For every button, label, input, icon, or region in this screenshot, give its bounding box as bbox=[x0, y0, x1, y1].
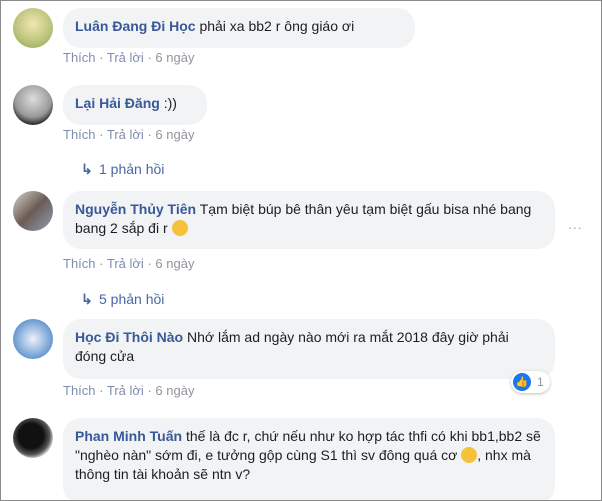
author-name[interactable]: Học Đi Thôi Nào bbox=[75, 329, 183, 345]
author-name[interactable]: Luân Đang Đi Học bbox=[75, 18, 196, 34]
separator: · bbox=[147, 50, 152, 65]
author-name[interactable]: Nguyễn Thủy Tiên bbox=[75, 201, 196, 217]
view-replies-link[interactable]: ↳ 1 phản hồi bbox=[81, 161, 164, 178]
separator: · bbox=[99, 383, 104, 398]
reply-link[interactable]: Trả lời bbox=[107, 50, 144, 65]
author-name[interactable]: Lại Hải Đăng bbox=[75, 95, 160, 111]
comment-bubble: Luân Đang Đi Học phải xa bb2 r ông giáo … bbox=[63, 8, 415, 48]
confused-face-icon bbox=[461, 447, 478, 463]
like-link[interactable]: Thích bbox=[63, 256, 96, 271]
reply-link[interactable]: Trả lời bbox=[107, 383, 144, 398]
comment-bubble: Học Đi Thôi Nào Nhớ lắm ad ngày nào mới … bbox=[63, 319, 555, 379]
like-count: 1 bbox=[537, 375, 544, 389]
disappointed-face-icon bbox=[171, 220, 188, 236]
separator: · bbox=[147, 256, 152, 271]
separator: · bbox=[147, 383, 152, 398]
separator: · bbox=[99, 50, 104, 65]
separator: · bbox=[99, 127, 104, 142]
like-link[interactable]: Thích bbox=[63, 127, 96, 142]
comment-actions: Thích · Trả lời · 6 ngày bbox=[63, 256, 194, 271]
timestamp[interactable]: 6 ngày bbox=[155, 256, 194, 271]
view-replies-link[interactable]: ↳ 5 phản hồi bbox=[81, 291, 164, 308]
comments-panel: Luân Đang Đi Học phải xa bb2 r ông giáo … bbox=[0, 0, 602, 501]
avatar[interactable] bbox=[13, 319, 53, 359]
reply-arrow-icon: ↳ bbox=[81, 291, 93, 307]
comment-actions: Thích · Trả lời · 6 ngày bbox=[63, 127, 194, 142]
separator: · bbox=[147, 127, 152, 142]
avatar[interactable] bbox=[13, 8, 53, 48]
replies-count: 5 phản hồi bbox=[99, 291, 165, 307]
replies-count: 1 phản hồi bbox=[99, 161, 165, 177]
more-options-button[interactable]: ... bbox=[568, 216, 583, 232]
avatar[interactable] bbox=[13, 418, 53, 458]
comment-actions: Thích · Trả lời · 6 ngày bbox=[63, 50, 194, 65]
avatar[interactable] bbox=[13, 191, 53, 231]
timestamp[interactable]: 6 ngày bbox=[155, 127, 194, 142]
comment-text: phải xa bb2 r ông giáo ơi bbox=[199, 18, 355, 34]
comment-actions: Thích · Trả lời · 6 ngày bbox=[63, 383, 194, 398]
comment-text: :)) bbox=[163, 95, 177, 111]
like-link[interactable]: Thích bbox=[63, 50, 96, 65]
timestamp[interactable]: 6 ngày bbox=[155, 383, 194, 398]
comment-bubble: Nguyễn Thủy Tiên Tạm biệt búp bê thân yê… bbox=[63, 191, 555, 249]
like-link[interactable]: Thích bbox=[63, 383, 96, 398]
author-name[interactable]: Phan Minh Tuấn bbox=[75, 428, 182, 444]
reply-link[interactable]: Trả lời bbox=[107, 256, 144, 271]
reaction-count[interactable]: 👍 1 bbox=[511, 371, 550, 393]
timestamp[interactable]: 6 ngày bbox=[155, 50, 194, 65]
comment-bubble: Phan Minh Tuấn thế là đc r, chứ nếu như … bbox=[63, 418, 555, 500]
thumbs-up-icon: 👍 bbox=[513, 373, 531, 391]
comment-bubble: Lại Hải Đăng :)) bbox=[63, 85, 207, 125]
separator: · bbox=[99, 256, 104, 271]
avatar[interactable] bbox=[13, 85, 53, 125]
reply-link[interactable]: Trả lời bbox=[107, 127, 144, 142]
reply-arrow-icon: ↳ bbox=[81, 161, 93, 177]
